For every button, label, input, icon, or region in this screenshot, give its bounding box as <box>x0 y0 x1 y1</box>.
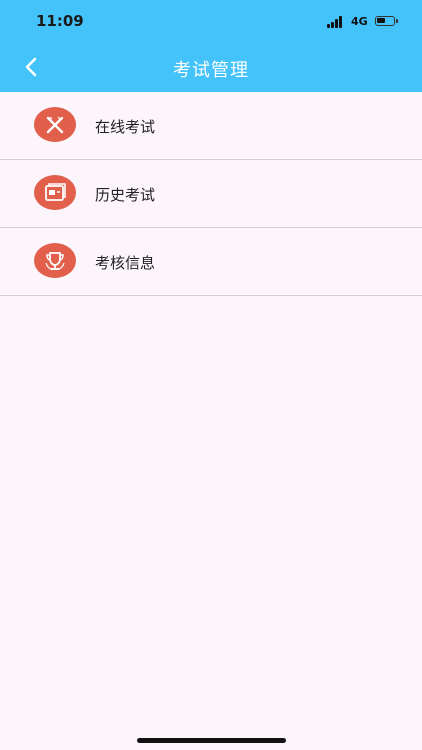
history-card-icon <box>34 175 76 210</box>
menu-item-history-exam[interactable]: 历史考试 <box>0 160 422 228</box>
menu-list: 在线考试 历史考试 考核信息 <box>0 92 422 296</box>
pen-ruler-icon <box>34 107 76 142</box>
menu-item-online-exam[interactable]: 在线考试 <box>0 92 422 160</box>
network-type: 4G <box>351 15 368 28</box>
signal-icon <box>327 16 345 28</box>
battery-icon <box>375 16 395 26</box>
status-time: 11:09 <box>36 12 84 30</box>
menu-item-label: 考核信息 <box>95 254 156 272</box>
app-header: 11:09 4G 考试管理 <box>0 0 422 92</box>
menu-item-label: 历史考试 <box>95 186 156 204</box>
menu-item-assessment-info[interactable]: 考核信息 <box>0 228 422 296</box>
status-bar: 11:09 4G <box>0 0 422 44</box>
home-indicator[interactable] <box>137 738 286 743</box>
page-title: 考试管理 <box>173 60 249 81</box>
trophy-icon <box>34 243 76 278</box>
menu-item-label: 在线考试 <box>95 118 156 136</box>
battery-tip <box>396 19 398 23</box>
